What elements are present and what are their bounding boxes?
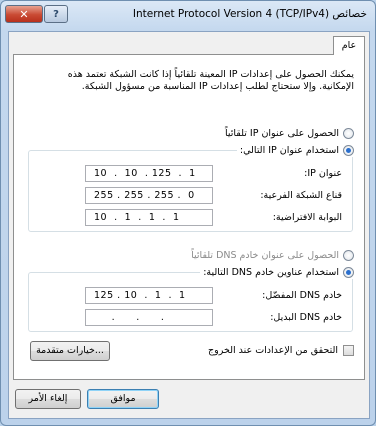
alternate-dns-label: خادم DNS البديل: [270, 312, 342, 323]
ip-address-row: 10 . 10 . 125 . 1 عنوان IP: [29, 165, 352, 183]
subnet-mask-label: قناع الشبكة الفرعية: [260, 190, 342, 201]
dns-manual-label: استخدام عناوين خادم DNS التالية: [203, 266, 339, 278]
ip-auto-label: الحصول على عنوان IP تلقائياً [224, 127, 339, 139]
close-button[interactable]: ✕ [5, 5, 43, 23]
advanced-button[interactable]: خيارات متقدمة... [30, 341, 110, 361]
validate-settings-checkbox[interactable] [343, 345, 354, 356]
preferred-dns-row: 125 . 10 . 1 . 1 خادم DNS المفضّل: [29, 287, 352, 305]
dns-server-group: 125 . 10 . 1 . 1 خادم DNS المفضّل: . . .… [28, 272, 353, 332]
dns-manual-option[interactable]: استخدام عناوين خادم DNS التالية: [200, 265, 354, 279]
ip-address-group: 10 . 10 . 125 . 1 عنوان IP: 255 . 255 . … [28, 150, 353, 232]
intro-text: يمكنك الحصول على إعدادات IP المعينة تلقا… [34, 69, 354, 93]
dns-auto-option[interactable]: الحصول على عنوان خادم DNS تلقائياً [191, 248, 354, 262]
intro-line-1: يمكنك الحصول على إعدادات IP المعينة تلقا… [67, 69, 354, 80]
preferred-dns-label: خادم DNS المفضّل: [262, 290, 342, 301]
cancel-button[interactable]: إلغاء الأمر [15, 389, 81, 409]
dns-auto-label: الحصول على عنوان خادم DNS تلقائياً [191, 249, 339, 261]
close-icon: ✕ [19, 8, 29, 21]
title-bar[interactable]: ✕ ? خصائص Internet Protocol Version 4 (T… [1, 1, 375, 31]
ip-auto-option[interactable]: الحصول على عنوان IP تلقائياً [225, 126, 354, 140]
subnet-row: 255 . 255 . 255 . 0 قناع الشبكة الفرعية: [29, 187, 352, 205]
ok-button[interactable]: موافق [87, 389, 159, 409]
window-title: خصائص Internet Protocol Version 4 (TCP/I… [132, 8, 367, 20]
dns-auto-radio[interactable] [343, 249, 354, 261]
default-gateway-input[interactable]: 10 . 1 . 1 . 1 [85, 209, 213, 226]
preferred-dns-input[interactable]: 125 . 10 . 1 . 1 [85, 287, 213, 304]
ip-address-label: عنوان IP: [304, 168, 342, 179]
help-button[interactable]: ? [44, 5, 68, 23]
tab-general[interactable]: عام [333, 36, 365, 55]
intro-line-2: الإمكانية. وإلا ستحتاج لطلب إعدادات IP ا… [81, 81, 354, 92]
dialog-window: ✕ ? خصائص Internet Protocol Version 4 (T… [0, 0, 376, 426]
ip-auto-radio[interactable] [343, 127, 354, 139]
alternate-dns-row: . . . خادم DNS البديل: [29, 309, 352, 327]
ip-manual-radio[interactable] [343, 144, 354, 156]
dns-manual-radio[interactable] [343, 266, 354, 278]
general-tab-panel: يمكنك الحصول على إعدادات IP المعينة تلقا… [13, 54, 365, 380]
validate-settings-label: التحقق من الإعدادات عند الخروج [208, 345, 338, 356]
ip-address-input[interactable]: 10 . 10 . 125 . 1 [85, 165, 213, 182]
dialog-client-area: عام يمكنك الحصول على إعدادات IP المعينة … [8, 31, 370, 419]
ip-manual-option[interactable]: استخدام عنوان IP التالي: [236, 143, 354, 157]
ip-manual-label: استخدام عنوان IP التالي: [239, 144, 339, 156]
validate-settings-option[interactable]: التحقق من الإعدادات عند الخروج [208, 345, 354, 356]
gateway-row: 10 . 1 . 1 . 1 البوابة الافتراضية: [29, 209, 352, 227]
alternate-dns-input[interactable]: . . . [85, 309, 213, 326]
default-gateway-label: البوابة الافتراضية: [272, 212, 342, 223]
subnet-mask-input[interactable]: 255 . 255 . 255 . 0 [85, 187, 213, 204]
help-icon: ? [53, 9, 59, 20]
